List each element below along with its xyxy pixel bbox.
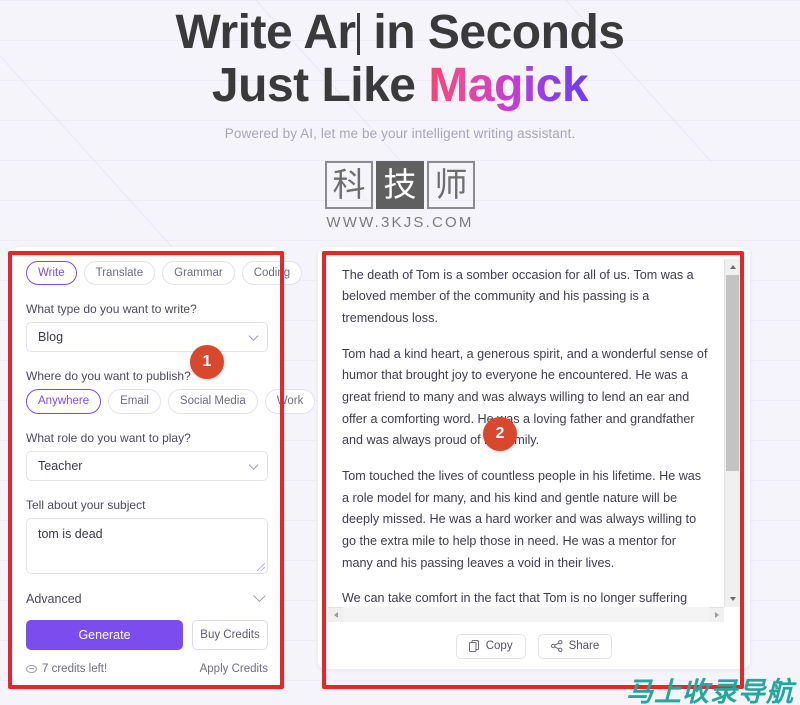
subject-value: tom is dead: [38, 526, 103, 541]
logo-url-text: WWW.3KJS.COM: [326, 213, 474, 231]
watermark-text: 马上收录导航: [626, 677, 794, 705]
site-logo: 科 技 师 WWW.3KJS.COM: [0, 160, 800, 231]
write-type-label: What type do you want to write?: [26, 302, 197, 317]
hero-title-line-2: Just Like Magick: [0, 58, 800, 112]
share-icon: [550, 640, 563, 653]
triangle-up-icon: [729, 264, 736, 269]
role-select[interactable]: Teacher: [26, 450, 268, 481]
logo-char-ji: 技: [376, 160, 424, 209]
action-button-row: Generate Buy Credits: [26, 619, 268, 650]
tab-grammar[interactable]: Grammar: [162, 260, 235, 286]
hero-title-accent-word: Magick: [428, 58, 589, 112]
horizontal-scrollbar[interactable]: [328, 606, 724, 623]
share-label: Share: [568, 640, 600, 653]
triangle-left-icon: [333, 611, 338, 618]
generated-paragraph: Tom touched the lives of countless peopl…: [342, 469, 702, 570]
copy-label: Copy: [485, 640, 513, 653]
annotation-badge-1: 1: [190, 345, 224, 379]
logo-char-ke: 科: [325, 160, 373, 209]
publish-target-label: Where do you want to publish?: [26, 369, 191, 384]
vertical-scrollbar[interactable]: [724, 258, 740, 607]
panels-container: Write Translate Grammar Coding What type…: [0, 246, 800, 685]
mode-tab-row: Write Translate Grammar Coding: [26, 260, 303, 286]
tab-translate[interactable]: Translate: [83, 260, 156, 286]
chevron-down-icon: [248, 331, 259, 342]
logo-character-boxes: 科 技 师: [325, 160, 475, 209]
scroll-up-button[interactable]: [725, 258, 740, 275]
advanced-toggle[interactable]: Advanced: [26, 589, 268, 610]
tab-coding[interactable]: Coding: [241, 260, 303, 286]
vertical-scroll-thumb[interactable]: [726, 274, 739, 471]
scroll-left-button[interactable]: [328, 611, 343, 618]
coin-icon: [26, 664, 37, 673]
generated-paragraph: We can take comfort in the fact that Tom…: [342, 591, 688, 606]
annotation-badge-2: 2: [483, 417, 517, 451]
text-caret-icon: [356, 13, 360, 55]
scroll-right-button[interactable]: [709, 611, 724, 618]
chevron-down-icon: [248, 459, 259, 470]
write-type-value: Blog: [38, 330, 64, 345]
credits-text: 7 credits left!: [42, 662, 108, 675]
publish-chip-row: Anywhere Email Social Media Work: [26, 389, 316, 414]
triangle-down-icon: [729, 596, 736, 601]
apply-credits-link[interactable]: Apply Credits: [200, 663, 268, 675]
write-type-select[interactable]: Blog: [26, 322, 268, 353]
hero-subtitle: Powered by AI, let me be your intelligen…: [224, 125, 576, 141]
scroll-down-button[interactable]: [725, 590, 740, 607]
share-button[interactable]: Share: [537, 633, 613, 659]
generated-paragraph: The death of Tom is a somber occasion fo…: [342, 267, 694, 326]
advanced-label: Advanced: [26, 591, 82, 606]
publish-chip-work[interactable]: Work: [264, 389, 316, 414]
role-label: What role do you want to play?: [26, 430, 191, 445]
subject-label: Tell about your subject: [26, 497, 146, 512]
logo-char-shi: 师: [427, 160, 475, 209]
output-action-row: Copy Share: [328, 633, 740, 659]
credits-row: 7 credits left! Apply Credits: [26, 663, 268, 675]
copy-button[interactable]: Copy: [455, 633, 526, 659]
publish-chip-email[interactable]: Email: [108, 389, 161, 414]
resize-handle-icon[interactable]: [257, 562, 265, 571]
horizontal-scroll-track[interactable]: [343, 607, 709, 623]
triangle-right-icon: [714, 611, 719, 618]
subject-textarea[interactable]: tom is dead: [26, 517, 268, 574]
hero-title-line-1: Write Ar in Seconds: [0, 6, 800, 59]
chevron-down-icon: [253, 589, 266, 603]
buy-credits-button[interactable]: Buy Credits: [192, 619, 268, 650]
hero-section: Write Ar in Seconds Just Like Magick Pow…: [0, 0, 800, 141]
output-panel: The death of Tom is a somber occasion fo…: [318, 246, 750, 669]
generated-text-area[interactable]: The death of Tom is a somber occasion fo…: [328, 259, 724, 607]
vertical-scroll-track[interactable]: [725, 274, 740, 591]
publish-chip-anywhere[interactable]: Anywhere: [26, 389, 102, 414]
clipboard-icon: [468, 640, 479, 653]
hero-title-suffix: in Seconds: [360, 6, 625, 59]
hero-title-line2-prefix: Just Like: [211, 58, 429, 112]
output-editor-shell: The death of Tom is a somber occasion fo…: [328, 258, 740, 607]
publish-chip-social-media[interactable]: Social Media: [167, 389, 258, 414]
hero-title-typed-text: Write Ar: [175, 6, 357, 59]
tab-write[interactable]: Write: [26, 260, 77, 286]
generated-paragraph: Tom had a kind heart, a generous spirit,…: [342, 346, 708, 448]
generate-button[interactable]: Generate: [26, 619, 183, 650]
credits-status: 7 credits left!: [26, 663, 107, 675]
composer-form-panel: Write Translate Grammar Coding What type…: [12, 246, 316, 685]
role-value: Teacher: [38, 458, 83, 473]
